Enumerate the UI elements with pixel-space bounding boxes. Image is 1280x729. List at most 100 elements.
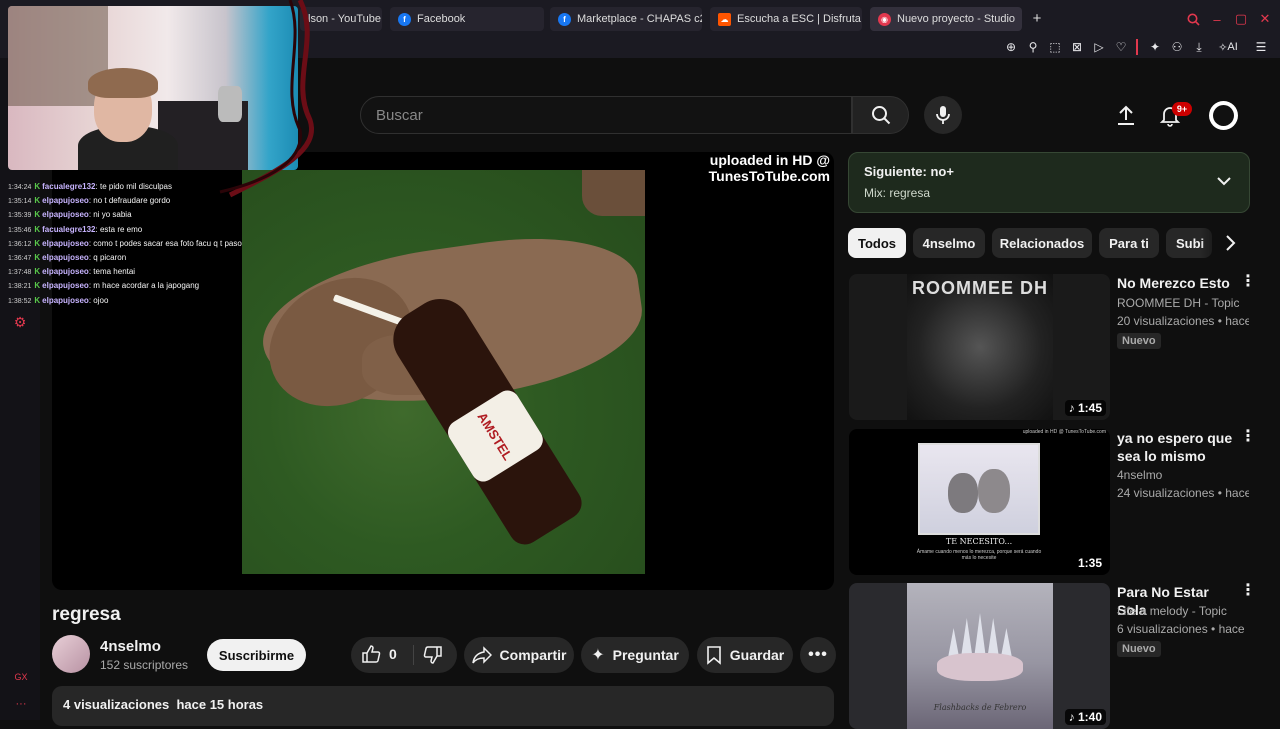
toolbar-divider <box>1136 39 1138 55</box>
menu-icon[interactable]: ☰ <box>1252 38 1270 56</box>
chat-user: elpapujoseo <box>42 267 89 277</box>
kebab-menu-icon[interactable]: ⋮ <box>1240 429 1256 445</box>
chat-time: 1:35:46 <box>8 226 32 234</box>
extensions-icon[interactable]: ✦ <box>1146 38 1164 56</box>
more-actions-button[interactable]: ••• <box>800 637 836 673</box>
chevron-down-icon[interactable] <box>1216 174 1236 190</box>
close-icon[interactable]: ✕ <box>1256 10 1274 28</box>
stream-chat: 1:34:24 Kfacualegre132: te pido mil discu… <box>8 180 278 308</box>
badge-icon: K <box>34 196 41 206</box>
badge-icon: K <box>34 295 41 305</box>
rec-channel[interactable]: 4nselmo <box>1117 468 1162 482</box>
maximize-icon[interactable]: ▢ <box>1232 10 1250 28</box>
upload-button[interactable] <box>1114 103 1138 127</box>
tab-soundcloud[interactable]: ☁ Escucha a ESC | Disfruta <box>710 7 862 31</box>
ask-button[interactable]: ✦ Preguntar <box>581 637 689 673</box>
rec-title[interactable]: No Merezco Esto <box>1117 274 1239 292</box>
kebab-menu-icon[interactable]: ⋮ <box>1240 583 1256 599</box>
up-next-title: Siguiente: no+ <box>864 164 954 179</box>
video-duration: ♪ 1:45 <box>1064 400 1106 416</box>
rec-channel[interactable]: ROOMMEE DH - Topic <box>1117 296 1239 310</box>
tab-studio[interactable]: ◉ Nuevo proyecto - Studio <box>870 7 1022 31</box>
chat-text: no t defraudare gordo <box>93 196 171 206</box>
badge-icon: K <box>34 281 41 291</box>
tab-label: Escucha a ESC | Disfruta <box>737 13 861 25</box>
play-icon[interactable]: ▷ <box>1090 38 1108 56</box>
webcam-person-hair <box>88 68 158 98</box>
pin-icon[interactable]: ⚲ <box>1024 38 1042 56</box>
chevron-right-icon[interactable] <box>1224 234 1242 254</box>
chat-time: 1:36:47 <box>8 255 32 263</box>
new-tab-button[interactable]: + <box>1030 10 1044 28</box>
save-button[interactable]: Guardar <box>697 637 793 673</box>
account-icon[interactable]: ⚇ <box>1168 38 1186 56</box>
soundcloud-icon: ☁ <box>718 12 731 26</box>
chat-user: elpapujoseo <box>42 253 89 263</box>
save-label: Guardar <box>729 647 785 663</box>
voice-search-button[interactable] <box>924 96 962 134</box>
kitten-right <box>978 469 1010 513</box>
share-button[interactable]: Compartir <box>464 637 574 673</box>
chat-text: q picaron <box>93 253 127 263</box>
search-button[interactable] <box>852 96 909 134</box>
up-next-panel[interactable] <box>848 152 1250 213</box>
chat-message: 1:37:48 Kelpapujoseo: tema hentai <box>8 267 136 277</box>
chip-todos[interactable]: Todos <box>848 228 906 258</box>
channel-name[interactable]: 4nselmo <box>100 638 161 655</box>
kebab-menu-icon[interactable]: ⋮ <box>1240 274 1256 290</box>
bottle-label: AMSTEL <box>443 385 548 487</box>
search-tabs-icon[interactable] <box>1184 10 1202 28</box>
badge-icon: K <box>34 238 41 248</box>
badge-icon: K <box>34 224 41 234</box>
chat-text: tema hentai <box>93 267 136 277</box>
minimize-icon[interactable]: – <box>1208 10 1226 28</box>
bookmark-icon <box>706 646 721 665</box>
share-icon <box>471 646 492 664</box>
tab-label: Nuevo proyecto - Studio <box>897 13 1016 25</box>
dislike-button[interactable] <box>423 645 443 668</box>
badge-icon: K <box>34 267 41 277</box>
search-input[interactable]: Buscar <box>360 96 852 134</box>
share-label: Compartir <box>499 647 567 663</box>
chip-for-you[interactable]: Para ti <box>1099 228 1159 258</box>
sparkle-icon: ✦ <box>591 647 605 664</box>
like-button[interactable]: 0 <box>361 644 397 664</box>
zoom-icon[interactable]: ⊕ <box>1002 38 1020 56</box>
tab-facebook[interactable]: f Facebook <box>390 7 544 31</box>
kitten-left <box>948 473 978 513</box>
rec-channel[interactable]: Life a melody - Topic <box>1117 604 1227 618</box>
webcam-frame-decoration <box>219 0 314 198</box>
heart-icon[interactable]: ♡ <box>1112 38 1130 56</box>
chat-time: 1:35:14 <box>8 198 32 206</box>
channel-avatar[interactable] <box>52 635 90 673</box>
chip-channel[interactable]: 4nselmo <box>913 228 985 258</box>
chip-related[interactable]: Relacionados <box>992 228 1092 258</box>
subscribe-button[interactable]: Suscribirme <box>207 639 306 671</box>
avatar[interactable] <box>1209 101 1238 130</box>
ask-label: Preguntar <box>612 647 679 663</box>
microphone-icon <box>936 106 950 124</box>
download-icon[interactable]: ⤓ <box>1190 38 1208 56</box>
chat-time: 1:38:21 <box>8 283 32 291</box>
avatar-image <box>1213 105 1234 126</box>
adblock-icon[interactable]: ⊠ <box>1068 38 1086 56</box>
video-thumbnail[interactable]: Flashbacks de Febrero ♪ 1:40 <box>849 583 1110 729</box>
snapshot-icon[interactable]: ⬚ <box>1046 38 1064 56</box>
rec-title[interactable]: ya no espero que sea lo mismo <box>1117 429 1239 465</box>
badge-icon: K <box>34 210 41 220</box>
background-object <box>582 170 645 216</box>
video-title: regresa <box>52 604 121 625</box>
chat-message: 1:36:47 Kelpapujoseo: q picaron <box>8 253 127 263</box>
tab-marketplace[interactable]: f Marketplace - CHAPAS c2 <box>550 7 702 31</box>
ai-button[interactable]: ✧ AI <box>1214 38 1242 56</box>
facebook-icon: f <box>558 12 571 26</box>
settings-icon[interactable]: ⚙ <box>12 314 28 330</box>
chat-text: esta re emo <box>99 224 143 234</box>
new-badge: Nuevo <box>1117 333 1161 349</box>
chat-text: ni yo sabia <box>93 210 132 220</box>
more-icon[interactable]: ··· <box>12 698 30 710</box>
thumbs-up-icon <box>362 645 381 663</box>
video-thumbnail[interactable]: ROOMMEE DH ♪ 1:45 <box>849 274 1110 420</box>
video-thumbnail[interactable]: uploaded in HD @ TunesToTube.com TE NECE… <box>849 429 1110 575</box>
thumbnail-caption: Ámame cuando menos lo merezca, porque se… <box>916 549 1042 561</box>
